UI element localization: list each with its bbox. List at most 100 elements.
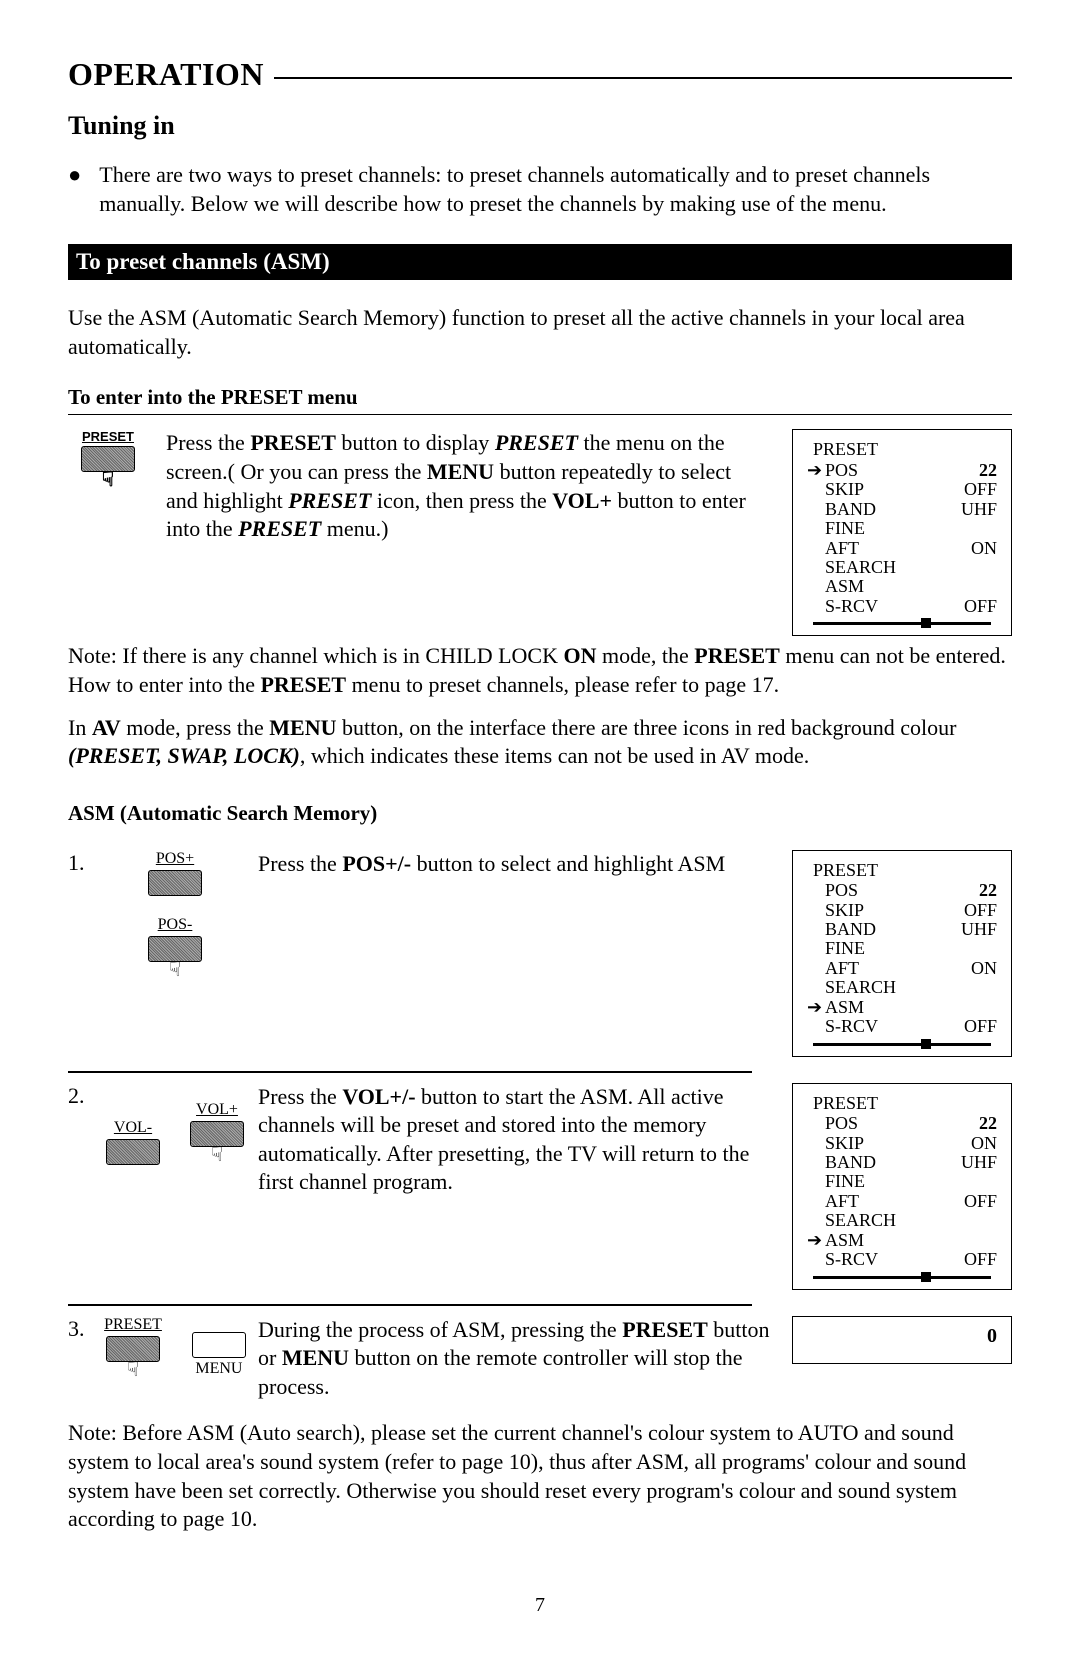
step-number: 1. bbox=[68, 850, 92, 876]
preset-button-graphic: PRESET ☟ bbox=[68, 429, 148, 490]
osd-value: 22 bbox=[949, 1114, 997, 1133]
osd-label: FINE bbox=[825, 939, 949, 958]
osd-label: S-RCV bbox=[825, 597, 949, 616]
osd-label: FINE bbox=[825, 1172, 949, 1191]
osd-label: S-RCV bbox=[825, 1250, 949, 1269]
note-before-asm: Note: Before ASM (Auto search), please s… bbox=[68, 1419, 1012, 1533]
section-subtitle: Tuning in bbox=[68, 111, 1012, 141]
osd-value: OFF bbox=[949, 597, 997, 616]
hand-icon: ☟ bbox=[127, 1360, 139, 1380]
osd-value: UHF bbox=[949, 500, 997, 519]
osd-title: PRESET bbox=[813, 1094, 997, 1113]
osd-value: 22 bbox=[949, 461, 997, 480]
arrow-icon bbox=[807, 1172, 825, 1191]
pos-buttons-graphic: POS+ POS- ☟ bbox=[110, 850, 240, 980]
bullet-icon: ● bbox=[68, 164, 81, 218]
osd-label: SEARCH bbox=[825, 558, 949, 577]
step-1: 1. POS+ POS- ☟ Press the POS+/- button t… bbox=[68, 840, 1012, 1071]
osd-label: AFT bbox=[825, 1192, 949, 1211]
osd-value: 0 bbox=[987, 1325, 997, 1348]
menu-label: MENU bbox=[195, 1360, 242, 1378]
osd-value: OFF bbox=[949, 1250, 997, 1269]
vol-plus-label: VOL+ bbox=[196, 1101, 238, 1119]
osd-value: UHF bbox=[949, 1153, 997, 1172]
arrow-icon bbox=[807, 558, 825, 577]
osd-title: PRESET bbox=[813, 861, 997, 880]
osd-value bbox=[949, 1211, 997, 1230]
osd-panel-1: PRESET➔POS22SKIPOFFBANDUHFFINEAFTONSEARC… bbox=[792, 429, 1012, 636]
intro-paragraph: ● There are two ways to preset channels:… bbox=[68, 161, 1012, 218]
step-3-text: During the process of ASM, pressing the … bbox=[258, 1316, 774, 1402]
page-title: OPERATION bbox=[68, 56, 264, 93]
remote-button-icon bbox=[106, 1139, 160, 1165]
note-child-lock: Note: If there is any channel which is i… bbox=[68, 642, 1012, 699]
osd-row: SKIPOFF bbox=[807, 901, 997, 920]
osd-row: SEARCH bbox=[807, 1211, 997, 1230]
remote-button-icon bbox=[192, 1332, 246, 1358]
osd-value bbox=[949, 519, 997, 538]
arrow-icon bbox=[807, 519, 825, 538]
osd-label: SKIP bbox=[825, 901, 949, 920]
osd-label: BAND bbox=[825, 1153, 949, 1172]
step-number: 3. bbox=[68, 1316, 92, 1342]
osd-progress-bar bbox=[813, 1276, 991, 1283]
osd-value: 22 bbox=[949, 881, 997, 900]
osd-row: S-RCVOFF bbox=[807, 1250, 997, 1269]
step-1-text: Press the POS+/- button to select and hi… bbox=[258, 850, 774, 879]
arrow-icon bbox=[807, 978, 825, 997]
osd-value bbox=[949, 558, 997, 577]
arrow-icon: ➔ bbox=[807, 998, 825, 1017]
osd-label: BAND bbox=[825, 920, 949, 939]
osd-value: UHF bbox=[949, 920, 997, 939]
osd-label: FINE bbox=[825, 519, 949, 538]
osd-label: SEARCH bbox=[825, 978, 949, 997]
subheading-asm: ASM (Automatic Search Memory) bbox=[68, 801, 1012, 826]
osd-title: PRESET bbox=[813, 440, 997, 459]
hand-icon: ☟ bbox=[102, 470, 114, 490]
subheading-enter-preset: To enter into the PRESET menu bbox=[68, 385, 1012, 410]
osd-value: OFF bbox=[949, 1017, 997, 1036]
osd-label: ASM bbox=[825, 577, 949, 596]
osd-row: BANDUHF bbox=[807, 920, 997, 939]
osd-row: ASM bbox=[807, 577, 997, 596]
preset-instruction-text: Press the PRESET button to display PRESE… bbox=[166, 429, 774, 543]
osd-panel-3: PRESETPOS22SKIPONBANDUHFFINEAFT OFF SEARCH… bbox=[792, 1083, 1012, 1290]
pos-plus-label: POS+ bbox=[156, 850, 194, 868]
osd-panel-4: 0 bbox=[792, 1316, 1012, 1364]
remote-button-icon bbox=[190, 1121, 244, 1147]
arrow-icon bbox=[807, 1017, 825, 1036]
osd-value: ON bbox=[949, 1134, 997, 1153]
arrow-icon: ➔ bbox=[807, 461, 825, 480]
remote-button-icon bbox=[148, 870, 202, 896]
step-3: 3. PRESET ☟ MENU During the process of A… bbox=[68, 1306, 1012, 1416]
remote-button-icon bbox=[148, 936, 202, 962]
osd-label: ASM bbox=[825, 1231, 949, 1250]
osd-row: ➔POS22 bbox=[807, 461, 997, 480]
preset-menu-buttons-graphic: PRESET ☟ MENU bbox=[110, 1316, 240, 1380]
osd-label: SKIP bbox=[825, 1134, 949, 1153]
osd-row: FINE bbox=[807, 519, 997, 538]
osd-row: SEARCH bbox=[807, 558, 997, 577]
osd-value: ON bbox=[949, 539, 997, 558]
title-row: OPERATION bbox=[68, 56, 1012, 93]
step-2: 2. VOL- VOL+ ☟ Press the VOL+/- button t… bbox=[68, 1073, 1012, 1304]
osd-label: BAND bbox=[825, 500, 949, 519]
arrow-icon bbox=[807, 1153, 825, 1172]
hand-icon: ☟ bbox=[211, 1145, 223, 1165]
arrow-icon bbox=[807, 959, 825, 978]
title-rule bbox=[274, 77, 1012, 79]
osd-progress-bar bbox=[813, 622, 991, 629]
asm-steps: 1. POS+ POS- ☟ Press the POS+/- button t… bbox=[68, 840, 1012, 1416]
osd-row: POS22 bbox=[807, 1114, 997, 1133]
osd-row: AFTON bbox=[807, 959, 997, 978]
osd-row: S-RCVOFF bbox=[807, 1017, 997, 1036]
arrow-icon bbox=[807, 1114, 825, 1133]
osd-value: OFF bbox=[949, 480, 997, 499]
preset-instruction-row: PRESET ☟ Press the PRESET button to disp… bbox=[68, 429, 1012, 636]
step-number: 2. bbox=[68, 1083, 92, 1109]
osd-label: ASM bbox=[825, 998, 949, 1017]
osd-value: ON bbox=[949, 959, 997, 978]
osd-value bbox=[949, 978, 997, 997]
pos-minus-label: POS- bbox=[158, 916, 193, 934]
arrow-icon: ➔ bbox=[807, 1231, 825, 1250]
